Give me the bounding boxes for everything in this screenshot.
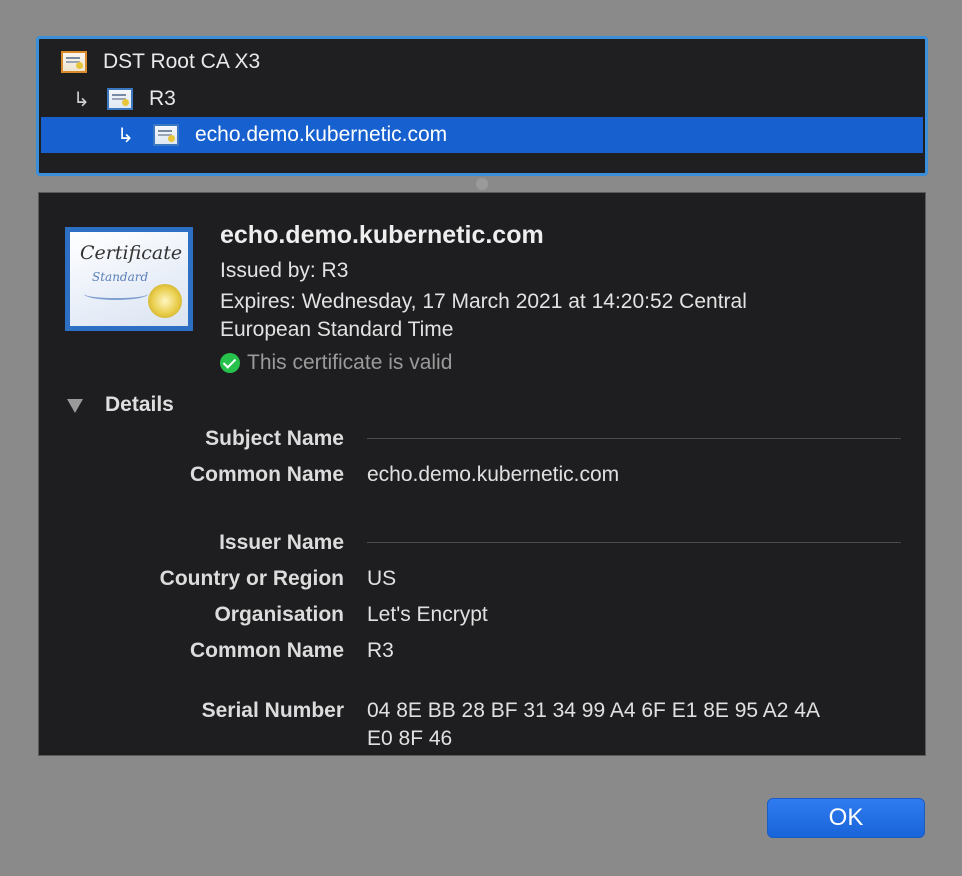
issuer-common-name-value: R3 bbox=[367, 639, 394, 662]
expires-line-1: Expires: Wednesday, 17 March 2021 at 14:… bbox=[220, 290, 747, 313]
subject-common-name-value: echo.demo.kubernetic.com bbox=[367, 463, 620, 486]
certificate-icon bbox=[107, 88, 133, 110]
chain-item-label: R3 bbox=[149, 87, 176, 110]
details-label: Details bbox=[105, 393, 174, 416]
split-view-divider-handle[interactable] bbox=[476, 178, 488, 190]
chain-item-label: DST Root CA X3 bbox=[103, 50, 261, 73]
chain-item-leaf[interactable]: ↳ echo.demo.kubernetic.com bbox=[41, 117, 923, 153]
certificate-icon bbox=[153, 124, 179, 146]
certificate-name: echo.demo.kubernetic.com bbox=[220, 221, 544, 249]
chain-item-label: echo.demo.kubernetic.com bbox=[195, 123, 448, 146]
child-arrow-icon: ↳ bbox=[73, 88, 90, 111]
checkmark-icon bbox=[220, 353, 240, 373]
chain-item-root[interactable]: DST Root CA X3 bbox=[41, 44, 923, 80]
organisation-label: Organisation bbox=[214, 603, 344, 626]
issuer-name-heading: Issuer Name bbox=[219, 531, 344, 554]
certificate-swirl-decoration bbox=[84, 288, 148, 300]
subject-common-name-label: Common Name bbox=[189, 463, 344, 486]
details-disclosure[interactable]: Details bbox=[67, 393, 174, 417]
section-divider bbox=[367, 438, 901, 439]
serial-number-label: Serial Number bbox=[201, 699, 344, 722]
disclosure-triangle-icon[interactable] bbox=[67, 399, 83, 413]
certificate-seal-icon bbox=[148, 284, 182, 318]
certificate-icon-subtitle: Standard bbox=[92, 270, 149, 284]
root-certificate-icon bbox=[61, 51, 87, 73]
section-divider bbox=[367, 542, 901, 543]
issuer-common-name-label: Common Name bbox=[189, 639, 344, 662]
child-arrow-icon: ↳ bbox=[117, 124, 134, 147]
ok-button[interactable]: OK bbox=[767, 798, 925, 838]
certificate-large-icon: Certificate Standard bbox=[65, 227, 193, 331]
serial-number-line-1: 04 8E BB 28 BF 31 34 99 A4 6F E1 8E 95 A… bbox=[367, 699, 820, 722]
organisation-value: Let's Encrypt bbox=[367, 603, 488, 626]
serial-number-line-2: E0 8F 46 bbox=[367, 727, 453, 750]
certificate-chain-list[interactable]: DST Root CA X3 ↳ R3 ↳ echo.demo.kubernet… bbox=[36, 36, 928, 176]
country-label: Country or Region bbox=[159, 567, 344, 590]
chain-item-intermediate[interactable]: ↳ R3 bbox=[41, 81, 923, 117]
issued-by: Issued by: R3 bbox=[220, 259, 349, 282]
subject-name-heading: Subject Name bbox=[205, 427, 344, 450]
expires-line-2: European Standard Time bbox=[220, 318, 454, 341]
certificate-details-panel[interactable]: Certificate Standard echo.demo.kuberneti… bbox=[38, 192, 926, 756]
certificate-icon-title: Certificate bbox=[80, 242, 183, 264]
validity-status: This certificate is valid bbox=[220, 351, 452, 375]
country-value: US bbox=[367, 567, 397, 590]
validity-text: This certificate is valid bbox=[247, 351, 453, 374]
